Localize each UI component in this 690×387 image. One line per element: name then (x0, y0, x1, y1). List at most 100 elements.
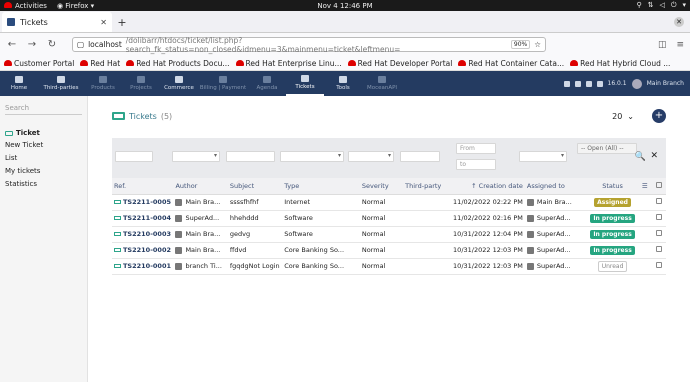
left-link-statistics[interactable]: Statistics (5, 180, 82, 188)
menu-moceanapi[interactable]: MoceanAPI (362, 71, 402, 96)
print-icon[interactable] (574, 80, 581, 87)
clock[interactable]: Nov 4 12:46 PM (317, 2, 372, 10)
menu-products[interactable]: Products (84, 71, 122, 96)
status-badge: In progress (590, 213, 635, 223)
assigned-cell[interactable]: SuperAd... (524, 242, 588, 259)
bookmark-item[interactable]: Red Hat Enterprise Linu... (235, 59, 342, 68)
system-tray[interactable]: ⚲ ⇅ ◁ ⏻ ▾ (637, 1, 686, 10)
filter-date-to[interactable]: to (456, 159, 496, 170)
bookmark-item[interactable]: Red Hat Products Docu... (126, 58, 230, 68)
bookmark-item[interactable]: Customer Portal (4, 59, 74, 68)
author-cell[interactable]: Main Bra... (173, 226, 228, 243)
filter-severity-select[interactable] (348, 151, 394, 162)
bookmarks-toolbar: Customer Portal Red Hat Red Hat Products… (0, 56, 690, 71)
page-info-icon[interactable]: ▢ (77, 40, 84, 49)
bookmark-label: Red Hat Products Docu... (136, 58, 230, 68)
filter-thirdparty-input[interactable] (400, 151, 440, 162)
ticket-ref-link[interactable]: TS2210-0001 (112, 258, 174, 275)
col-thirdparty[interactable]: Third-party (403, 178, 451, 195)
bookmark-item[interactable]: Red Hat Developer Portal (347, 59, 452, 68)
menu-hamburger-icon[interactable]: ≡ (676, 40, 684, 50)
menu-billing[interactable]: Billing | Payment (198, 71, 248, 96)
author-cell[interactable]: Main Bra... (173, 242, 228, 259)
filter-author-select[interactable] (172, 151, 220, 162)
menu-third-parties[interactable]: Third-parties (38, 71, 84, 96)
col-type[interactable]: Type (282, 178, 360, 195)
menu-commerce[interactable]: Commerce (160, 71, 198, 96)
menu-agenda[interactable]: Agenda (248, 71, 286, 96)
search-icon[interactable]: 🔍 (635, 152, 646, 162)
add-ticket-button[interactable]: + (652, 109, 666, 123)
back-icon[interactable]: ← (6, 39, 18, 50)
per-page-value: 20 (612, 111, 623, 121)
bookmark-item[interactable]: Red Hat Hybrid Cloud ... (570, 59, 670, 68)
column-selector-icon[interactable]: ☰ (637, 178, 652, 195)
menu-tools[interactable]: Tools (324, 71, 362, 96)
user-name[interactable]: Main Branch (647, 80, 684, 87)
assigned-cell[interactable]: Main Bra... (524, 194, 588, 211)
tab-tickets[interactable]: Tickets ✕ (2, 12, 112, 32)
col-author[interactable]: Author (173, 178, 228, 195)
bookmark-star-icon[interactable]: ☆ (534, 40, 541, 49)
assigned-cell[interactable]: SuperAd... (524, 226, 588, 243)
menu-tickets[interactable]: Tickets (286, 71, 324, 96)
left-link-new-ticket[interactable]: New Ticket (5, 141, 82, 149)
col-assigned[interactable]: Assigned to (524, 178, 588, 195)
row-checkbox[interactable] (651, 210, 666, 227)
assigned-cell[interactable]: SuperAd... (524, 210, 588, 227)
clear-filter-icon[interactable]: ✕ (650, 151, 658, 161)
filter-type-select[interactable] (280, 151, 344, 162)
severity-cell: Normal (359, 226, 404, 243)
menu-projects[interactable]: Projects (122, 71, 160, 96)
bookmark-icon[interactable] (585, 80, 592, 87)
firefox-app-menu[interactable]: ◉ Firefox ▾ (57, 2, 94, 10)
col-creation-date[interactable]: ↑ Creation date (450, 178, 525, 195)
menu-home[interactable]: Home (0, 71, 38, 96)
left-link-list[interactable]: List (5, 154, 82, 162)
ticket-ref-link[interactable]: TS2210-0002 (112, 242, 174, 259)
filter-ref-input[interactable] (115, 151, 153, 162)
thirdparty-cell (403, 242, 451, 259)
search-input[interactable]: Search (5, 102, 82, 115)
url-bar[interactable]: ▢ localhost/dolibarr/htdocs/ticket/list.… (72, 36, 546, 54)
per-page-select[interactable]: 20 ⌄ (612, 112, 634, 121)
author-cell[interactable]: branch Ti... (173, 258, 228, 275)
ticket-ref-link[interactable]: TS2210-0003 (112, 226, 174, 243)
left-menu-title[interactable]: Ticket (5, 129, 82, 137)
col-creation-date-label: Creation date (478, 181, 523, 190)
forward-icon[interactable]: → (26, 39, 38, 50)
filter-date-from[interactable]: From (456, 143, 496, 154)
help-icon[interactable] (563, 80, 570, 87)
user-avatar[interactable] (631, 78, 642, 89)
ticket-ref-link[interactable]: TS2211-0004 (112, 210, 174, 227)
select-all-checkbox[interactable] (651, 178, 666, 195)
new-tab-button[interactable]: + (112, 12, 132, 32)
left-link-my-tickets[interactable]: My tickets (5, 167, 82, 175)
menu-label: MoceanAPI (366, 85, 398, 91)
col-status[interactable]: Status (587, 178, 638, 195)
close-tab-icon[interactable]: ✕ (100, 18, 107, 27)
bookmark-item[interactable]: Red Hat (80, 59, 120, 68)
row-checkbox[interactable] (651, 194, 666, 211)
pocket-icon[interactable]: ◫ (658, 40, 667, 50)
activities-button[interactable]: Activities (4, 1, 47, 10)
filter-status-select[interactable]: -- Open (All) -- (577, 143, 637, 154)
tab-strip: Tickets ✕ + ✕ (0, 11, 690, 33)
assigned-cell[interactable]: SuperAd... (524, 258, 588, 275)
col-ref[interactable]: Ref. (112, 178, 174, 195)
author-cell[interactable]: Main Bra... (173, 194, 228, 211)
col-subject[interactable]: Subject (227, 178, 283, 195)
window-close-button[interactable]: ✕ (674, 17, 684, 27)
filter-subject-input[interactable] (226, 151, 275, 162)
row-checkbox[interactable] (651, 258, 666, 275)
filter-assigned-select[interactable] (519, 151, 567, 162)
ticket-ref-link[interactable]: TS2211-0005 (112, 194, 174, 211)
zoom-level[interactable]: 90% (510, 40, 531, 49)
col-severity[interactable]: Severity (359, 178, 404, 195)
reload-icon[interactable]: ↻ (46, 39, 58, 50)
row-checkbox[interactable] (651, 226, 666, 243)
author-cell[interactable]: SuperAd... (173, 210, 228, 227)
bookmark-item[interactable]: Red Hat Container Cata... (458, 59, 564, 68)
info-icon[interactable] (596, 80, 603, 87)
row-checkbox[interactable] (651, 242, 666, 259)
